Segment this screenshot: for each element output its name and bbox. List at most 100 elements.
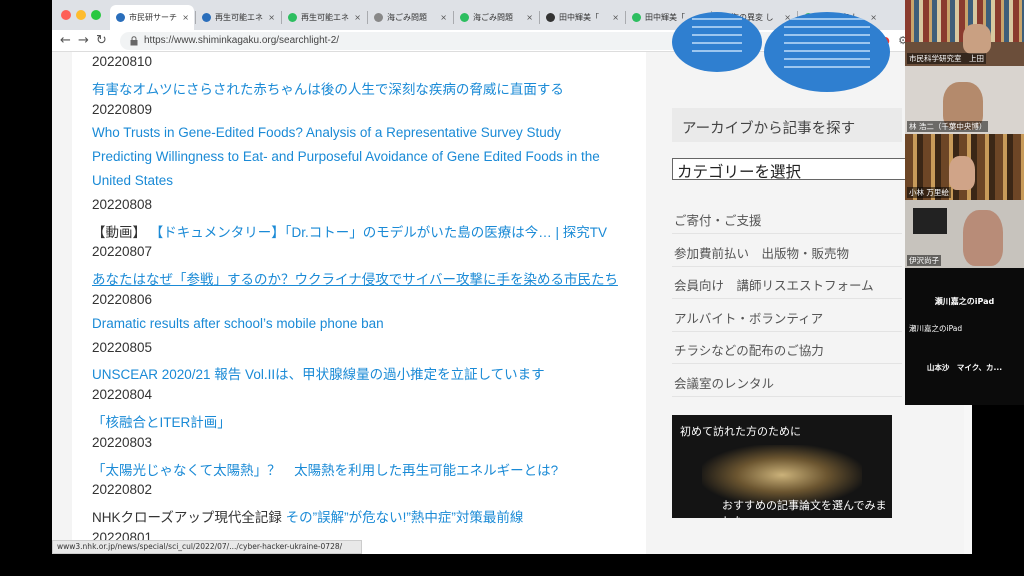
participant-video [949, 156, 975, 190]
back-icon[interactable]: ← [60, 33, 71, 49]
url-text: https://www.shiminkagaku.org/searchlight… [144, 35, 340, 46]
article-link[interactable]: United States [92, 173, 173, 188]
participant-video [963, 24, 991, 54]
participant-tile[interactable]: 山本沙 マイク、カ... [905, 336, 1024, 405]
tab-label: 海ごみ問題 [473, 13, 513, 22]
category-select[interactable]: カテゴリーを選択 [672, 158, 912, 181]
article-link[interactable]: Predicting Willingness to Eat- and Purpo… [92, 149, 600, 164]
participant-tile[interactable]: 市民科学研究室 上田 [905, 0, 1024, 66]
tab-separator [625, 11, 626, 24]
close-tab-icon[interactable]: × [354, 13, 361, 22]
post-date: 20220808 [92, 196, 153, 212]
article-link[interactable]: Who Trusts in Gene-Edited Foods? Analysi… [92, 125, 561, 140]
tab-separator [539, 11, 540, 24]
tab-favicon-icon [374, 13, 383, 22]
tab-separator [195, 11, 196, 24]
article-link[interactable]: あなたはなぜ「参戦」するのか？ウクライナ侵攻でサイバー攻撃に手を染める市民たち [92, 268, 618, 288]
post-date: 20220810 [92, 54, 153, 69]
article-link[interactable]: その”誤解”が危ない!”熱中症”対策最前線 [286, 510, 524, 525]
page-content: 20220810 有害なオムツにさらされた赤ちゃんは後の人生で深刻な疾病の脅威に直… [52, 12, 972, 554]
first-visit-banner[interactable]: 初めて訪れた方のために おすすめの記事論文を選んでみました [672, 415, 892, 518]
participant-name: 小林 万里絵 [907, 187, 951, 198]
tab-favicon-icon [116, 13, 125, 22]
tab-label: 再生可能エネ [215, 13, 263, 22]
article-entry: NHKクローズアップ現代全記録 その”誤解”が危ない!”熱中症”対策最前線 [92, 506, 523, 526]
close-tab-icon[interactable]: × [612, 13, 619, 22]
participant-video [963, 210, 1003, 266]
post-date: 20220803 [92, 434, 153, 450]
browser-tab[interactable]: 再生可能エネ × [196, 5, 280, 30]
forward-icon[interactable]: → [78, 33, 89, 49]
info-circle-graphic [764, 12, 890, 92]
article-column: 20220810 有害なオムツにさらされた赤ちゃんは後の人生で深刻な疾病の脅威に直… [72, 52, 646, 554]
reload-icon[interactable]: ↻ [96, 33, 107, 49]
minimize-window-icon[interactable] [76, 10, 86, 20]
tab-label: 田中輝美「 [559, 13, 599, 22]
close-tab-icon[interactable]: × [268, 13, 275, 22]
tab-label: 市民研サーチ [129, 13, 177, 22]
close-window-icon[interactable] [61, 10, 71, 20]
tab-favicon-icon [288, 13, 297, 22]
sidebar-menu-item[interactable]: 会員向け 講師リスエストフォーム [672, 267, 902, 299]
article-link[interactable]: 有害なオムツにさらされた赤ちゃんは後の人生で深刻な疾病の脅威に直面する [92, 78, 564, 98]
sidebar-menu-item[interactable]: アルバイト・ボランティア [672, 300, 902, 332]
browser-window: 市民研サーチ × 再生可能エネ × 再生可能エネ × 海ごみ問題 × 海ごみ問題 × 田中輝美「 × 田… [52, 0, 972, 554]
participant-tile[interactable]: 瀬川嘉之のiPad 瀬川嘉之のiPad [905, 268, 1024, 336]
close-tab-icon[interactable]: × [870, 13, 877, 22]
video-call-panel: 市民科学研究室 上田 林 浩二（千葉中央博） 小林 万里絵 伊沢尚子 瀬川嘉之の… [905, 0, 1024, 405]
participant-tile[interactable]: 林 浩二（千葉中央博） [905, 66, 1024, 134]
article-link[interactable]: Dramatic results after school’s mobile p… [92, 316, 384, 331]
tab-label: 再生可能エネ [301, 13, 349, 22]
post-date: 20220804 [92, 387, 153, 403]
browser-tab[interactable]: 海ごみ問題 × [454, 5, 538, 30]
book-image [702, 445, 862, 505]
participant-name-large: 瀬川嘉之のiPad [934, 297, 995, 306]
tab-favicon-icon [546, 13, 555, 22]
participant-tile[interactable]: 伊沢尚子 [905, 200, 1024, 268]
browser-tab[interactable]: 海ごみ問題 × [368, 5, 452, 30]
post-date: 20220809 [92, 101, 153, 117]
banner-caption: おすすめの記事論文を選んでみました [722, 499, 887, 518]
tab-label: 海ごみ問題 [387, 13, 427, 22]
participant-name: 伊沢尚子 [907, 255, 941, 266]
tab-favicon-icon [460, 13, 469, 22]
article-source: NHKクローズアップ現代全記録 [92, 510, 282, 526]
article-link[interactable]: 「核融合とITER計画」 [92, 411, 231, 431]
close-tab-icon[interactable]: × [440, 13, 447, 22]
tab-separator [453, 11, 454, 24]
monitor-background [913, 208, 947, 234]
tab-separator [367, 11, 368, 24]
close-tab-icon[interactable]: × [182, 13, 189, 22]
archive-heading: アーカイブから記事を探す [672, 108, 902, 142]
post-date: 20220807 [92, 244, 153, 260]
sidebar-menu-item[interactable]: ご寄付・ご支援 [672, 202, 902, 234]
sidebar-menu-item[interactable]: 会議室のレンタル [672, 365, 902, 397]
tab-favicon-icon [632, 13, 641, 22]
article-link[interactable]: 「太陽光じゃなくて太陽熱」？ 太陽熱を利用した再生可能エネルギーとは? [92, 459, 558, 479]
post-date: 20220805 [92, 339, 153, 355]
article-source: 【動画】 [92, 224, 146, 240]
banner-title: 初めて訪れた方のために [680, 425, 801, 438]
sidebar-menu-item[interactable]: チラシなどの配布のご協力 [672, 332, 902, 364]
tab-favicon-icon [202, 13, 211, 22]
participant-name-large: 山本沙 マイク、カ... [926, 363, 1003, 372]
post-date: 20220806 [92, 292, 153, 307]
info-circle-graphic [672, 12, 762, 72]
tab-label: 田中輝美「 [645, 13, 685, 22]
link-status-bar: www3.nhk.or.jp/news/special/sci_cul/2022… [52, 540, 362, 554]
participant-name: 林 浩二（千葉中央博） [907, 121, 989, 132]
article-link[interactable]: UNSCEAR 2020/21 報告 Vol.IIは、甲状腺線量の過小推定を立証… [92, 363, 545, 383]
article-entry: 【動画】 【ドキュメンタリー】「Dr.コトー」のモデルがいた島の医療は今… | … [92, 221, 607, 241]
sidebar-menu-item[interactable]: 参加費前払い 出版物・販売物 [672, 235, 902, 267]
close-tab-icon[interactable]: × [526, 13, 533, 22]
browser-tab[interactable]: 再生可能エネ × [282, 5, 366, 30]
participant-name: 瀬川嘉之のiPad [909, 324, 963, 333]
participant-name: 市民科学研究室 上田 [907, 53, 986, 64]
post-date: 20220802 [92, 482, 153, 498]
browser-tab[interactable]: 市民研サーチ × [110, 5, 194, 30]
browser-tab[interactable]: 田中輝美「 × [540, 5, 624, 30]
maximize-window-icon[interactable] [91, 10, 101, 20]
tab-separator [281, 11, 282, 24]
article-link[interactable]: 【ドキュメンタリー】「Dr.コトー」のモデルがいた島の医療は今… | 探究TV [150, 225, 607, 240]
participant-tile[interactable]: 小林 万里絵 [905, 134, 1024, 200]
